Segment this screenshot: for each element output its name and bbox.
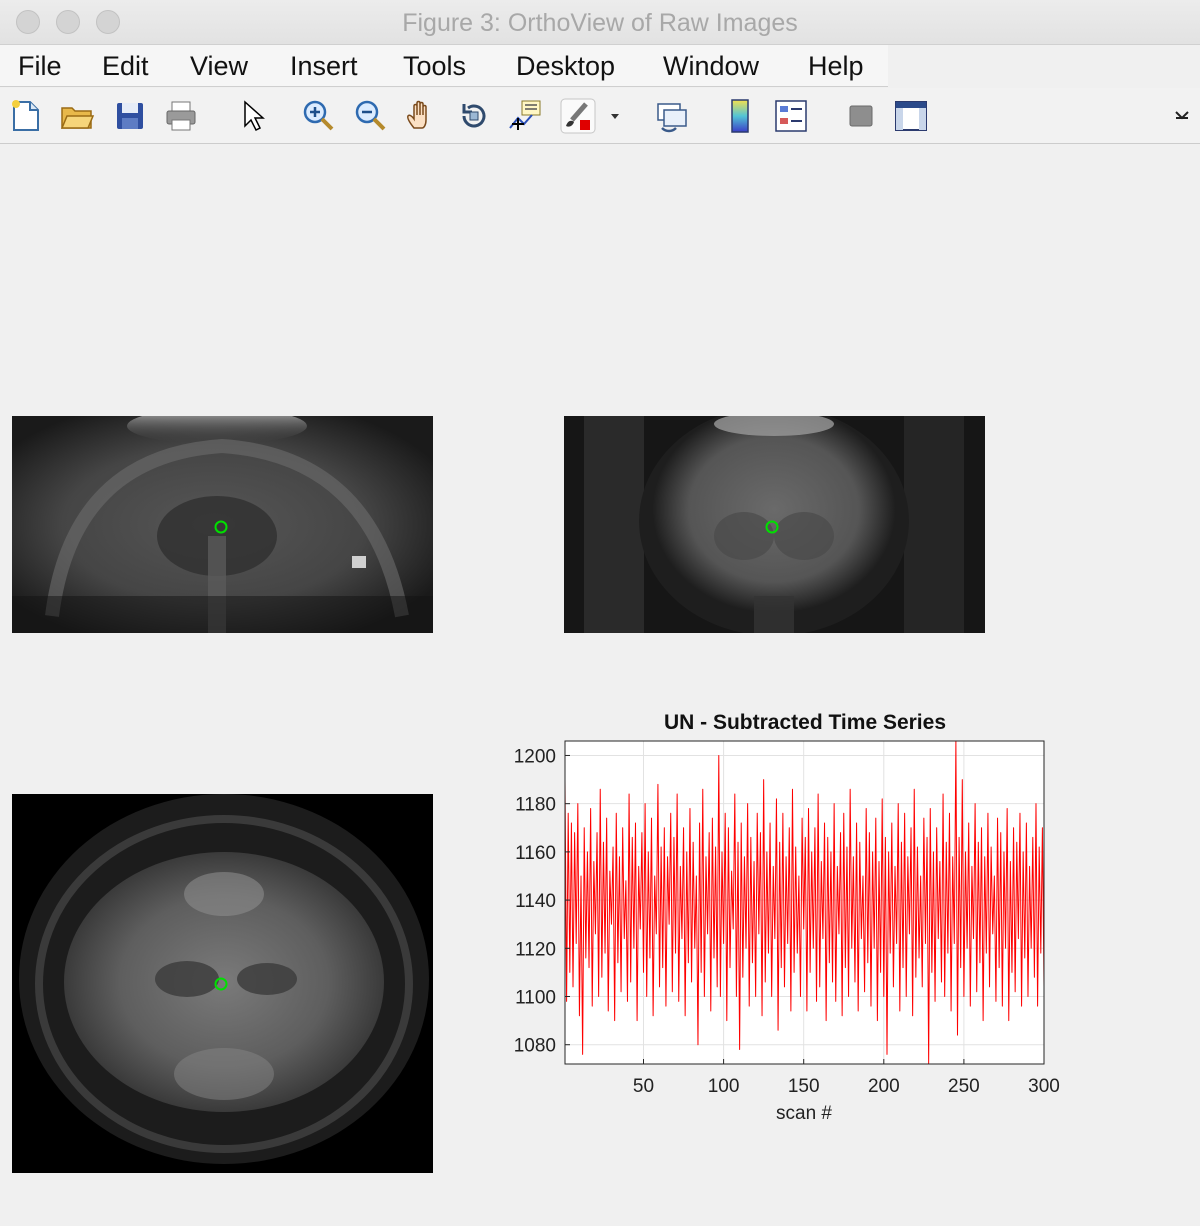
y-tick-label: 1140: [515, 891, 556, 912]
y-tick-label: 1180: [515, 795, 556, 816]
y-tick-label: 1160: [515, 843, 556, 864]
x-axis-label: scan #: [776, 1103, 832, 1124]
x-tick-label: 250: [948, 1076, 980, 1097]
time-series-chart: 50 100 150 200 250 300 1080 1100 1120 1140 1160 118…: [514, 740, 1060, 1124]
x-tick-label: 150: [788, 1076, 820, 1097]
x-tick-label: 100: [708, 1076, 740, 1097]
y-tick-label: 1200: [514, 746, 556, 767]
x-tick-label: 50: [633, 1076, 654, 1097]
y-tick-label: 1100: [515, 988, 556, 1009]
x-tick-label: 200: [868, 1076, 900, 1097]
y-tick-label: 1120: [515, 939, 556, 960]
y-tick-label: 1080: [514, 1036, 556, 1057]
x-tick-label: 300: [1028, 1076, 1060, 1097]
